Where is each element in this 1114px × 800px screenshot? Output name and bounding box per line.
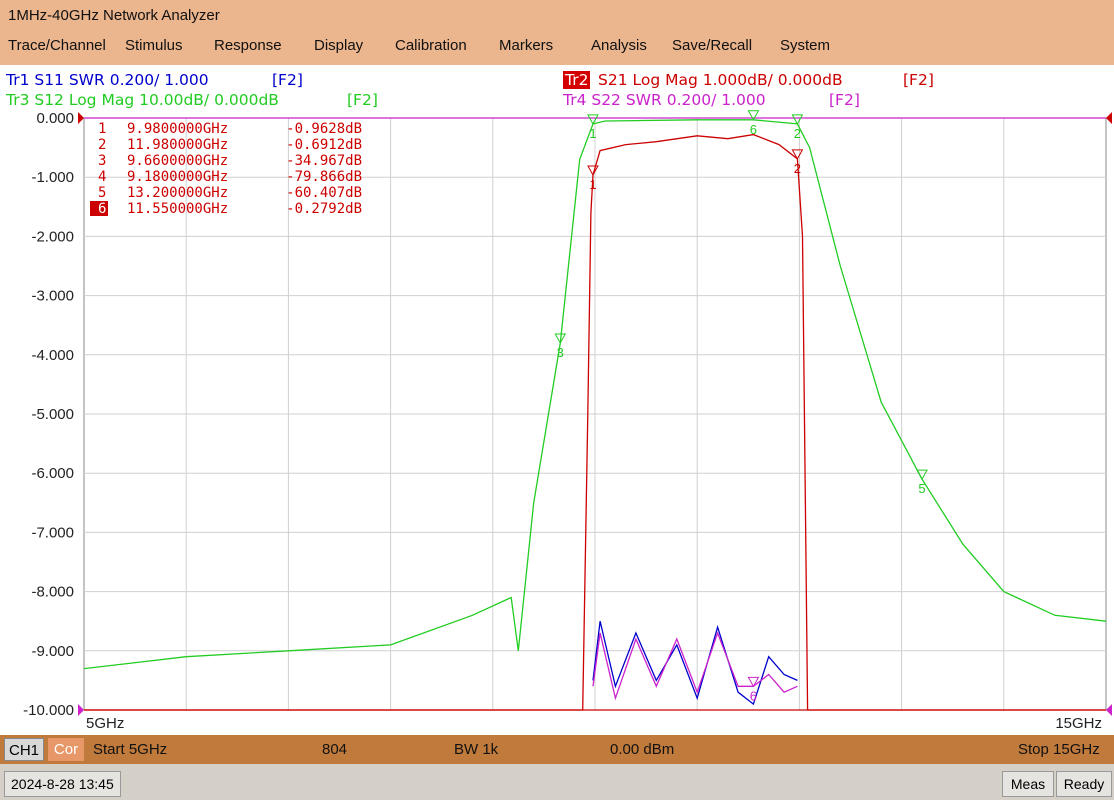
marker-table-num: 6	[98, 201, 106, 217]
reference-arrow-bottom-right	[1106, 704, 1112, 716]
marker-6-label: 6	[750, 122, 757, 137]
marker-table-freq: 9.6600000GHz	[127, 153, 228, 169]
reference-arrow-bottom-left	[78, 704, 84, 716]
menu-trace-channel[interactable]: Trace/Channel	[8, 37, 106, 54]
reference-arrow-top-right	[1106, 112, 1112, 124]
y-tick-label: -7.000	[31, 524, 74, 541]
marker-table-value: -0.9628dB	[286, 121, 362, 137]
marker-table-num: 5	[98, 185, 106, 201]
marker-2-label: 2	[794, 126, 801, 141]
points-count[interactable]: 804	[322, 741, 347, 758]
y-tick-label: 0.000	[36, 110, 74, 127]
trace-header: Tr1 S11 SWR 0.200/ 1.000 [F2] Tr2 S21 Lo…	[0, 65, 1114, 113]
menu-markers[interactable]: Markers	[499, 37, 553, 54]
trace-1-label[interactable]: Tr1 S11 SWR 0.200/ 1.000	[6, 71, 209, 89]
y-tick-label: -6.000	[31, 465, 74, 482]
marker-table-freq: 13.200000GHz	[127, 185, 228, 201]
trace-2-fkey: [F2]	[903, 71, 934, 89]
marker-table-value: -60.407dB	[286, 185, 362, 201]
bandwidth[interactable]: BW 1k	[454, 741, 498, 758]
meas-indicator[interactable]: Meas	[1002, 771, 1054, 797]
correction-indicator[interactable]: Cor	[48, 738, 84, 761]
bottom-bar: 2024-8-28 13:45 Meas Ready	[0, 764, 1114, 800]
y-tick-label: -8.000	[31, 584, 74, 601]
y-tick-label: -5.000	[31, 406, 74, 423]
menu-stimulus[interactable]: Stimulus	[125, 37, 183, 54]
menu-bar: Trace/Channel Stimulus Response Display …	[0, 32, 1114, 65]
marker-table-value: -34.967dB	[286, 153, 362, 169]
marker-table-num: 1	[98, 121, 106, 137]
marker-table-num: 2	[98, 137, 106, 153]
menu-analysis[interactable]: Analysis	[591, 37, 647, 54]
marker-3-label: 3	[557, 345, 564, 360]
title-bar: 1MHz-40GHz Network Analyzer	[0, 0, 1114, 32]
y-tick-label: -4.000	[31, 347, 74, 364]
marker-1-label: 1	[589, 126, 596, 141]
marker-table-freq: 11.980000GHz	[127, 137, 228, 153]
menu-save-recall[interactable]: Save/Recall	[672, 37, 752, 54]
date-time: 2024-8-28 13:45	[4, 771, 121, 797]
y-tick-label: -9.000	[31, 643, 74, 660]
menu-response[interactable]: Response	[214, 37, 282, 54]
marker-table-value: -0.2792dB	[286, 201, 362, 217]
trace-2-label[interactable]: S21 Log Mag 1.000dB/ 0.000dB	[598, 71, 843, 89]
marker-table-value: -0.6912dB	[286, 137, 362, 153]
marker-2-label: 2	[794, 161, 801, 176]
x-axis-start-label: 5GHz	[86, 715, 124, 732]
channel-indicator[interactable]: CH1	[4, 738, 44, 761]
marker-table-num: 4	[98, 169, 106, 185]
trace-4-label[interactable]: Tr4 S22 SWR 0.200/ 1.000	[563, 91, 766, 109]
ready-indicator: Ready	[1056, 771, 1112, 797]
power-level[interactable]: 0.00 dBm	[610, 741, 674, 758]
reference-arrow-top-left	[78, 112, 84, 124]
marker-table: 1 9.9800000GHz -0.9628dB 2 11.980000GHz -0.69…	[90, 121, 362, 217]
y-tick-label: -10.000	[23, 702, 74, 719]
stop-frequency[interactable]: Stop 15GHz	[1018, 741, 1100, 758]
trace-1-fkey: [F2]	[272, 71, 303, 89]
plot-area[interactable]: 0.000 -1.000 -2.000 -3.000 -4.000 -5.000 -6.00…	[0, 110, 1114, 740]
marker-table-value: -79.866dB	[286, 169, 362, 185]
trace-4-fkey: [F2]	[829, 91, 860, 109]
menu-calibration[interactable]: Calibration	[395, 37, 467, 54]
x-axis-stop-label: 15GHz	[1055, 715, 1102, 732]
menu-system[interactable]: System	[780, 37, 830, 54]
start-frequency[interactable]: Start 5GHz	[93, 741, 167, 758]
marker-5-label: 5	[918, 481, 925, 496]
y-tick-label: -3.000	[31, 288, 74, 305]
network-analyzer-chart[interactable]: 0.000 -1.000 -2.000 -3.000 -4.000 -5.000 -6.00…	[0, 110, 1114, 740]
trace-3-fkey: [F2]	[347, 91, 378, 109]
trace-2-tag[interactable]: Tr2	[563, 71, 591, 89]
window-title: 1MHz-40GHz Network Analyzer	[8, 7, 220, 24]
marker-6-label: 6	[750, 688, 757, 703]
marker-table-freq: 11.550000GHz	[127, 201, 228, 217]
menu-display[interactable]: Display	[314, 37, 363, 54]
y-tick-label: -1.000	[31, 169, 74, 186]
marker-table-freq: 9.9800000GHz	[127, 121, 228, 137]
trace-3-label[interactable]: Tr3 S12 Log Mag 10.00dB/ 0.000dB	[6, 91, 279, 109]
marker-table-num: 3	[98, 153, 106, 169]
marker-table-freq: 9.1800000GHz	[127, 169, 228, 185]
status-bar: CH1 Cor Start 5GHz 804 BW 1k 0.00 dBm St…	[0, 735, 1114, 764]
y-tick-label: -2.000	[31, 228, 74, 245]
marker-1-label: 1	[589, 177, 596, 192]
